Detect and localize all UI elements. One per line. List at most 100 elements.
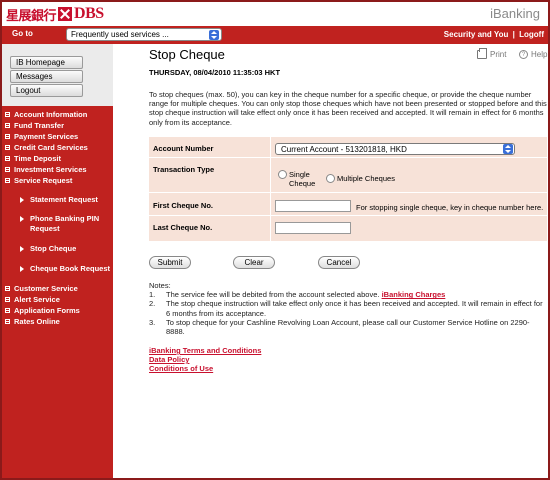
notes-heading: Notes: [149,281,171,290]
dbs-logo[interactable]: 星展銀行 DBS [6,5,104,24]
bullet-icon [5,308,10,313]
note-item: 1. The service fee will be debited from … [149,290,547,299]
arrow-right-icon [20,197,24,203]
bullet-icon [5,167,10,172]
column-divider [270,137,271,241]
account-select-value: Current Account - 513201818, HKD [281,144,407,154]
arrow-right-icon [20,266,24,272]
sidebar-item-payment-services[interactable]: Payment Services [5,132,78,141]
dbs-x-icon [58,7,73,21]
stop-cheque-form: Account Number Current Account - 5132018… [149,137,547,241]
menu-label: Customer Service [14,284,78,293]
clear-button[interactable]: Clear [233,256,275,269]
bullet-icon [5,112,10,117]
last-cheque-input[interactable] [275,222,351,234]
first-cheque-label: First Cheque No. [153,201,214,210]
ib-homepage-button[interactable]: IB Homepage [10,56,83,69]
row-divider [149,157,547,158]
row-divider [149,215,547,216]
data-policy-link[interactable]: Data Policy [149,355,261,364]
note-3-text: To stop cheque for your Cashline Revolvi… [166,317,530,337]
menu-label: Credit Card Services [14,143,88,152]
submenu-label: Cheque Book Request [30,264,111,273]
note-number: 1. [149,290,156,300]
bullet-icon [5,134,10,139]
first-cheque-input[interactable] [275,200,351,212]
ibanking-charges-link[interactable]: iBanking Charges [382,290,446,299]
conditions-of-use-link[interactable]: Conditions of Use [149,364,261,373]
nav-bar: Go to Frequently used services ... Secur… [2,26,548,44]
submit-button[interactable]: Submit [149,256,191,269]
sidebar-item-credit-card-services[interactable]: Credit Card Services [5,143,88,152]
submenu-cheque-book-request[interactable]: Cheque Book Request [20,264,110,274]
select-arrows-icon [503,144,513,154]
app-name: iBanking [490,6,540,21]
intro-text: To stop cheques (max. 50), you can key i… [149,90,547,127]
print-link[interactable]: Print [477,48,507,59]
menu-label: Fund Transfer [14,121,65,130]
goto-label: Go to [12,29,33,38]
printer-icon [477,48,487,59]
note-1-text: The service fee will be debited from the… [166,290,380,300]
bullet-icon [5,156,10,161]
submenu-label: Phone Banking PIN Request [30,214,100,233]
multiple-cheques-label: Multiple Cheques [337,174,395,183]
help-icon: ? [519,50,528,59]
submenu-statement-request[interactable]: Statement Request [20,195,98,205]
single-cheque-radio[interactable] [278,170,287,179]
help-link[interactable]: ? Help [519,50,547,59]
page-title: Stop Cheque [149,47,225,62]
note-number: 3. [149,317,156,327]
nav-right-links: Security and You | Logoff [442,30,544,39]
sidebar-item-rates-online[interactable]: Rates Online [5,317,60,326]
multiple-cheques-radio[interactable] [326,174,335,183]
arrow-right-icon [20,246,24,252]
messages-button[interactable]: Messages [10,70,83,83]
sidebar-item-customer-service[interactable]: Customer Service [5,284,78,293]
nav-separator: | [512,30,515,39]
arrow-right-icon [20,216,24,222]
browser-frame: 星展銀行 DBS iBanking Go to Frequently used … [0,0,550,480]
sidebar-quick-buttons: IB Homepage Messages Logout [2,44,113,106]
bullet-icon [5,319,10,324]
submenu-phone-banking-pin-request[interactable]: Phone Banking PIN Request [20,214,110,234]
menu-label: Rates Online [14,317,60,326]
submenu-label: Statement Request [30,195,98,204]
bullet-icon [5,178,10,183]
sidebar-item-alert-service[interactable]: Alert Service [5,295,60,304]
notes-section: Notes: 1. The service fee will be debite… [149,281,547,336]
security-link[interactable]: Security and You [444,30,509,39]
quick-services-select[interactable]: Frequently used services ... [66,28,222,41]
sidebar-item-service-request[interactable]: Service Request [5,176,72,185]
note-number: 2. [149,299,156,309]
menu-label: Payment Services [14,132,79,141]
bullet-icon [5,123,10,128]
sidebar-item-time-deposit[interactable]: Time Deposit [5,154,61,163]
submenu-stop-cheque[interactable]: Stop Cheque [20,244,76,254]
first-cheque-hint: For stopping single cheque, key in chequ… [356,203,544,212]
account-number-select[interactable]: Current Account - 513201818, HKD [275,143,515,155]
transaction-type-label: Transaction Type [153,165,215,174]
last-cheque-label: Last Cheque No. [153,223,213,232]
sidebar-item-investment-services[interactable]: Investment Services [5,165,87,174]
logo-english: DBS [74,5,104,22]
menu-label: Time Deposit [14,154,61,163]
note-item: 2. The stop cheque instruction will take… [149,299,547,317]
help-label: Help [531,50,548,59]
account-number-label: Account Number [153,144,214,153]
logout-button[interactable]: Logout [10,84,83,97]
sidebar-item-fund-transfer[interactable]: Fund Transfer [5,121,64,130]
terms-link[interactable]: iBanking Terms and Conditions [149,346,261,355]
select-arrows-icon [209,30,219,40]
note-2-text: The stop cheque instruction will take ef… [166,299,543,318]
submenu-label: Stop Cheque [30,244,77,253]
logo-chinese: 星展銀行 [6,8,57,24]
single-cheque-label: Single Cheque [289,170,316,188]
cancel-button[interactable]: Cancel [318,256,360,269]
note-text: The service fee will be debited from the… [166,290,445,299]
logoff-link[interactable]: Logoff [519,30,544,39]
bullet-icon [5,297,10,302]
sidebar-item-account-information[interactable]: Account Information [5,110,87,119]
sidebar-item-application-forms[interactable]: Application Forms [5,306,80,315]
print-label: Print [490,50,507,59]
